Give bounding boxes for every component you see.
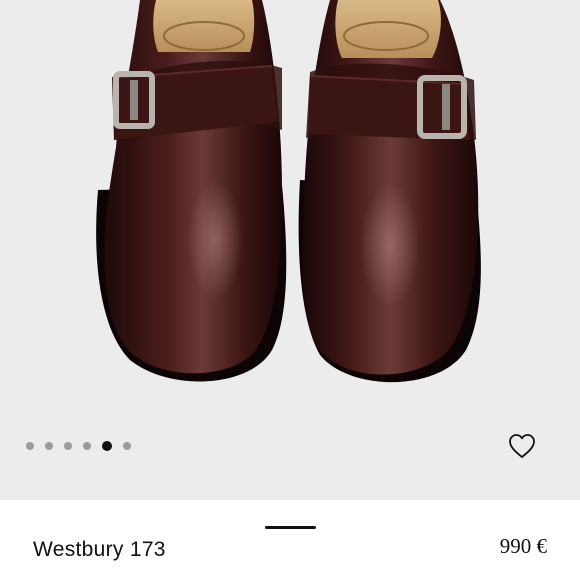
carousel-dot[interactable] [26, 442, 34, 450]
product-image-gallery[interactable] [0, 0, 580, 500]
product-name: Westbury 173 [33, 538, 166, 561]
product-photo [96, 0, 481, 383]
product-info-sheet[interactable]: Westbury 173 990 € [0, 500, 580, 579]
carousel-pagination [26, 438, 131, 454]
carousel-dot[interactable] [64, 442, 72, 450]
sheet-drag-handle[interactable] [265, 526, 316, 529]
product-price: 990 € [499, 534, 547, 558]
carousel-dot-active[interactable] [102, 441, 112, 451]
carousel-dot[interactable] [83, 442, 91, 450]
left-shoe [96, 0, 287, 382]
carousel-dot[interactable] [45, 442, 53, 450]
heart-outline-icon [509, 434, 535, 458]
carousel-dot[interactable] [123, 442, 131, 450]
right-shoe [298, 0, 481, 383]
favorite-button[interactable] [505, 430, 539, 462]
